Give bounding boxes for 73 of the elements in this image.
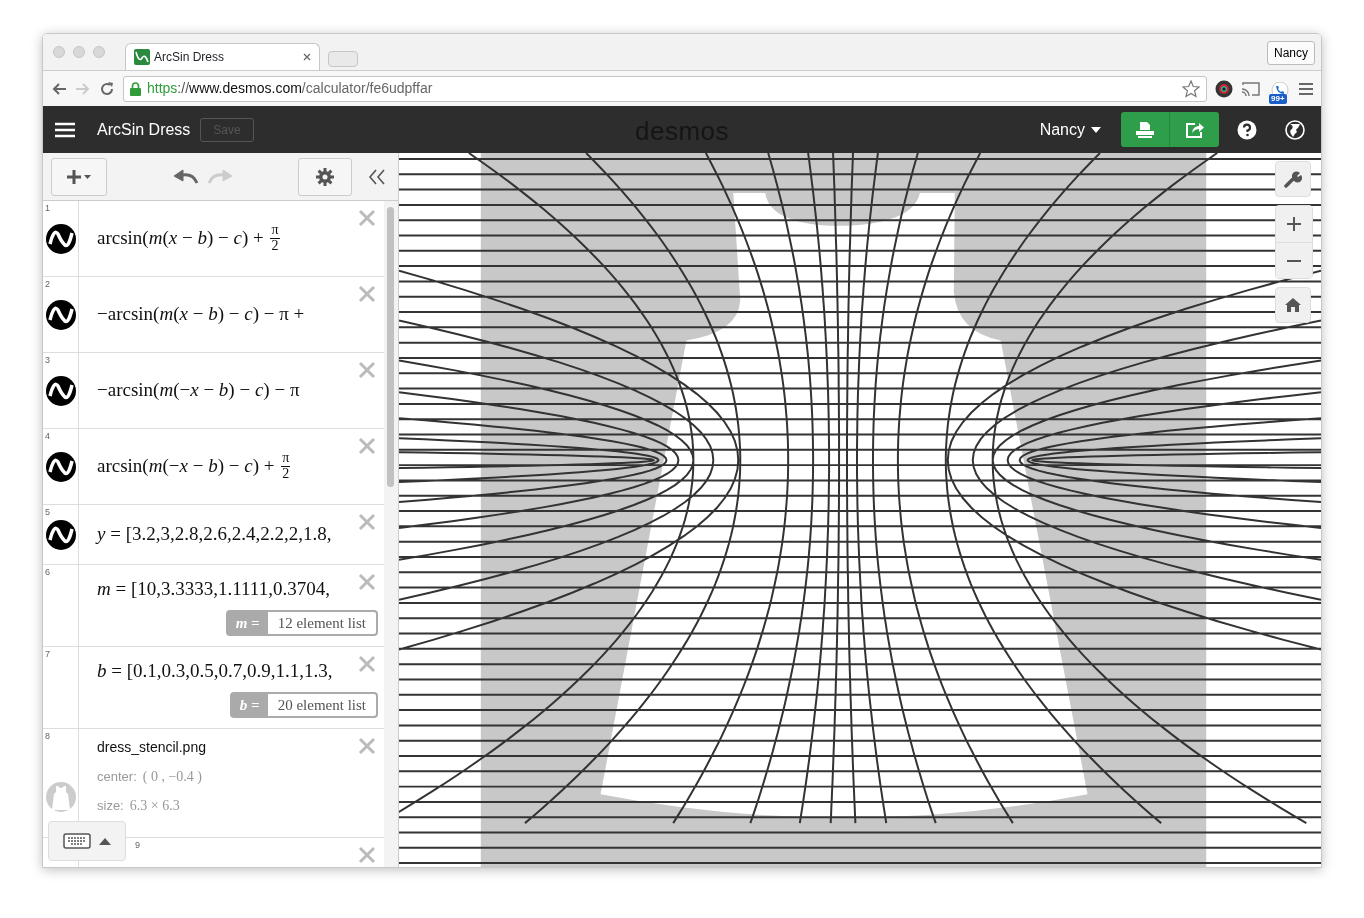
math-expression[interactable]: b = [0.1,0.3,0.5,0.7,0.9,1.1,1.3, [97, 657, 354, 686]
scrollbar-thumb[interactable] [387, 207, 394, 487]
wrench-icon [1284, 170, 1302, 188]
plus-icon [1287, 217, 1301, 231]
graph-curve-icon[interactable] [45, 451, 76, 482]
close-icon [358, 513, 376, 531]
graph-curve-icon[interactable] [45, 223, 76, 254]
line-number: 7 [45, 648, 50, 661]
share-button[interactable] [1170, 112, 1219, 147]
profile-button[interactable]: Nancy [1267, 41, 1315, 65]
globe-icon[interactable] [1285, 119, 1305, 140]
logo-icon [134, 49, 150, 65]
undo-icon[interactable] [172, 168, 199, 185]
list-summary: m = 12 element list [225, 609, 378, 636]
math-expression[interactable]: m = [10,3.3333,1.1111,0.3704, [97, 575, 354, 604]
printer-icon [1135, 120, 1155, 139]
home-icon [1285, 298, 1301, 312]
graph-curve-icon[interactable] [45, 299, 76, 330]
graph-curve-icon[interactable] [45, 519, 76, 550]
print-button[interactable] [1121, 112, 1170, 147]
add-item-button[interactable] [51, 157, 107, 196]
close-icon [358, 573, 376, 591]
collapse-icon[interactable] [368, 168, 386, 185]
back-icon[interactable] [51, 81, 67, 96]
notification-badge: 99+ [1269, 93, 1287, 104]
lock-icon [130, 81, 141, 96]
math-expression[interactable]: −arcsin(m(−x − b) − c) − π [97, 376, 354, 405]
camera-lens-icon[interactable] [1215, 79, 1233, 98]
graph-curve-icon[interactable] [45, 375, 76, 406]
caret-icon [99, 837, 111, 845]
center-label: center: [97, 769, 137, 784]
tab-title: ArcSin Dress [154, 49, 225, 66]
caret-icon [1091, 126, 1101, 133]
wrench-button[interactable] [1275, 161, 1311, 197]
close-icon [358, 737, 376, 755]
close-icon [358, 361, 376, 379]
size-label: size: [97, 798, 124, 813]
share-icon [1184, 120, 1205, 139]
close-icon [358, 209, 376, 227]
reload-icon[interactable] [99, 80, 115, 97]
settings-icon [316, 167, 334, 186]
line-number: 8 [45, 730, 50, 743]
math-expression[interactable]: y = [3.2,3,2.8,2.6,2.4,2.2,2,1.8, [97, 520, 354, 549]
star-icon[interactable] [1182, 79, 1200, 98]
line-number: 3 [45, 354, 50, 367]
user-menu[interactable]: Nancy [1033, 116, 1107, 143]
close-icon [358, 846, 376, 864]
address-bar[interactable]: https://www.desmos.com/calculator/fe6udpffar [123, 75, 1207, 102]
close-icon [358, 437, 376, 455]
keyboard-icon [63, 833, 91, 849]
minus-icon [1287, 258, 1301, 263]
image-filename: dress_stencil.png [97, 738, 207, 757]
zoom-out-button[interactable] [1276, 242, 1312, 278]
url-text: https://www.desmos.com/calculator/fe6udpffar [147, 79, 434, 98]
close-tab-button[interactable] [303, 53, 311, 61]
line-number: 2 [45, 278, 50, 291]
keyboard-toggle-button[interactable] [48, 821, 126, 861]
browser-tab[interactable]: ArcSin Dress [125, 43, 320, 70]
list-summary: b = 20 element list [229, 691, 378, 718]
line-number: 6 [45, 566, 50, 579]
cast-icon[interactable] [1241, 80, 1261, 97]
line-number: 9 [135, 839, 140, 852]
graph-title: ArcSin Dress [97, 119, 191, 140]
close-icon [358, 655, 376, 673]
math-expression[interactable]: −arcsin(m(x − b) − c) − π + [97, 300, 354, 329]
plus-caret-icon [66, 168, 92, 185]
home-button[interactable] [1275, 287, 1311, 323]
help-icon[interactable] [1237, 119, 1257, 140]
line-number: 1 [45, 202, 50, 215]
line-number: 5 [45, 506, 50, 519]
settings-button[interactable] [298, 157, 352, 196]
line-number: 4 [45, 430, 50, 443]
close-icon [358, 285, 376, 303]
